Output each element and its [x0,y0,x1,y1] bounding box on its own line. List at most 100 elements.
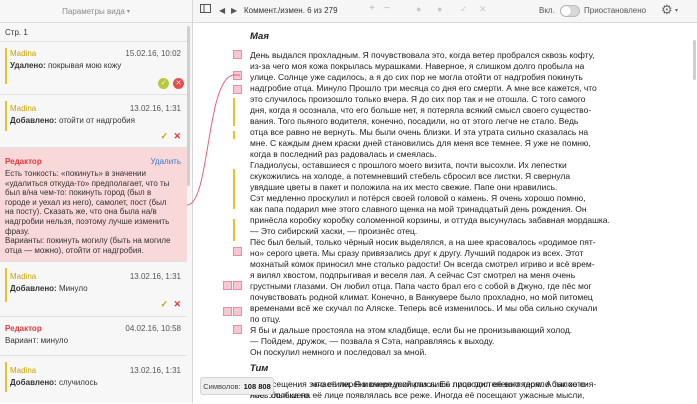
prev-change-icon[interactable]: ◀ [219,6,225,15]
text-line: отца все равно не вернуть. Мы были очень… [250,127,589,137]
text-line: когда в последний раз радовалась и смеял… [250,149,437,159]
comment-marker[interactable] [233,281,242,290]
comment-card[interactable]: Редактор 04.02.16, 10:58 Вариант: минуло [0,316,187,355]
text-line: вания. Того пьяного водителя, конечно, п… [250,116,579,126]
view-params-button[interactable]: Параметры вида ▾ [0,0,192,23]
author-name: Madina [10,104,37,113]
text-line: из-за чего моя кожа покрылась мурашками.… [250,61,585,71]
chevron-down-icon: ▾ [126,8,130,15]
left-scrollbar[interactable] [187,26,190,186]
change-date: 04.02.16, 10:58 [125,324,181,333]
change-date: 13.02.16, 1:31 [129,366,181,375]
change-text: Добавлено: отойти от надгробия [10,116,181,126]
accept-icon[interactable]: ✓ [160,131,168,142]
comment-marker[interactable] [233,307,242,316]
change-content: отойти от надгробия [58,116,135,125]
text-line: Пёс был белый, только чёрный носик выдел… [250,237,596,247]
gear-icon[interactable]: ⚙ [661,2,673,18]
change-bar [233,131,235,139]
text-line: ние. Улыбка на её лице появлялась все ре… [250,390,585,400]
character-count: Символов: 108 808 [200,377,274,395]
accept-icon[interactable]: ✓ [460,4,468,15]
reject-all-icon[interactable]: ● [437,4,442,14]
comment-marker[interactable] [233,247,242,256]
comment-card[interactable]: Madina 13.02.16, 1:31 Добавлено: отойти … [0,94,187,147]
change-bar [5,101,7,131]
text-line: скукожились на холоде, а потемневший сте… [250,171,571,181]
change-type: Добавлено: [10,284,57,293]
change-bar [233,219,235,241]
comment-card[interactable]: Madina 13.02.16, 1:31 Добавлено: случило… [0,355,187,404]
change-text: Добавлено: случилось [10,378,181,388]
text-line: мне. С каждым днем краски дней становили… [250,138,591,148]
text-line: что её переживания усилились. Её лицо по… [312,379,597,389]
text-line: мохнатый комок приносил мне столько радо… [250,259,595,269]
text-line: это случилось произошло только вчера. Я … [250,94,586,104]
text-line: временами всё же скучал по Аляске. Тепер… [250,303,598,313]
accept-icon[interactable]: ✓ [158,78,169,89]
text-line: как папа подарил мне этого славного щенк… [250,204,587,214]
reject-icon[interactable]: ✕ [173,78,184,89]
text-line: почувствовать родной климат. Конечно, в … [250,292,593,302]
comment-text: Вариант: минуло [5,336,69,345]
text-line: Гладиолусы, оставшиеся с прошлого моего … [250,160,567,170]
change-text: Добавлено: Минуло [10,284,181,294]
comment-line: городе и уехал из него), самолет, пост (… [5,197,167,207]
delete-icon[interactable]: − [384,3,390,14]
comment-marker[interactable] [233,71,242,80]
view-params-label: Параметры вида [62,6,125,16]
document-scrollbar[interactable] [693,40,696,80]
change-date: 13.02.16, 1:31 [129,104,181,113]
text-line: я вилял хвостом, подпрыгивая и веселя ла… [250,270,576,280]
chapter-heading: Мая [250,31,269,42]
paused-label: Приостановлено [584,6,647,15]
comment-line: «удалиться откуда-то» предполагает, что … [5,178,170,188]
accept-all-icon[interactable]: ● [416,4,421,14]
text-line: День выдался прохладным. Я почувствовала… [250,50,595,60]
author-name: Редактор [5,157,42,166]
text-line: грустными глазами. Он любил отца. Папа ч… [250,281,592,291]
accept-icon[interactable]: ✓ [160,299,168,310]
tracking-label: Вкл. [539,6,555,15]
text-line: Я бы и дальше простояла на этом кладбище… [250,325,573,335]
comment-line: был в/на чем-то: покинуть город (был в [5,188,152,198]
document-area[interactable]: Мая День выдался прохладным. Я почувство… [193,23,697,403]
change-type: Удалено: [10,61,46,70]
comment-marker[interactable] [233,85,242,94]
reject-icon[interactable]: ✕ [479,4,487,15]
comment-card[interactable]: Madina 15.02.16, 10:02 Удалено: покрывая… [0,41,187,94]
text-line: улице. Солнце уже садилось, а я до сих п… [250,72,583,82]
text-line: по отцу. [250,314,281,324]
text-line: но» серого цвета. Мы сразу привязались д… [250,248,584,258]
change-date: 13.02.16, 1:31 [129,272,181,281]
add-comment-icon[interactable]: + [369,3,375,14]
text-line: Сэт медленно проскулил и потёрся своей г… [250,193,586,203]
character-count-value: 108 808 [243,381,271,391]
comment-line: на посту). Сказать же, что она была на/в [5,207,157,217]
change-bar [233,169,235,209]
text-line: принёсла коробку коробку соломенной корз… [250,215,610,225]
comment-card[interactable]: Madina 13.02.16, 1:31 Добавлено: Минуло … [0,261,187,316]
comments-panel: Параметры вида ▾ Стр. 1 Madina 15.02.16,… [0,0,193,403]
comment-marker[interactable] [233,325,242,334]
comment-line: отца — можно), отойти от надгробия. [5,245,144,255]
chevron-down-icon[interactable]: ▾ [675,7,678,14]
author-name: Редактор [5,324,42,333]
comment-line: надгробии нельзя, поэтому лучше изменить [5,216,170,226]
comment-marker[interactable] [233,50,242,59]
reject-icon[interactable]: ✕ [173,299,181,310]
tracking-toggle[interactable] [560,5,580,17]
change-bar [5,362,7,392]
change-content: случилось [58,378,98,387]
reject-icon[interactable]: ✕ [173,131,181,142]
editor-comment-card[interactable]: Редактор Удалить Есть тонкость: «покинут… [0,147,187,261]
sidebar-toggle-icon[interactable] [200,3,211,17]
top-toolbar: ◀ ▶ Коммент./измен. 6 из 279 + − ● ● ✓ ✕… [193,0,697,23]
delete-comment-link[interactable]: Удалить [150,157,181,166]
comment-marker[interactable] [223,307,232,316]
change-type: Добавлено: [10,116,57,125]
next-change-icon[interactable]: ▶ [231,6,237,15]
author-name: Madina [10,366,37,375]
change-date: 15.02.16, 10:02 [125,49,181,58]
comment-marker[interactable] [223,281,232,290]
